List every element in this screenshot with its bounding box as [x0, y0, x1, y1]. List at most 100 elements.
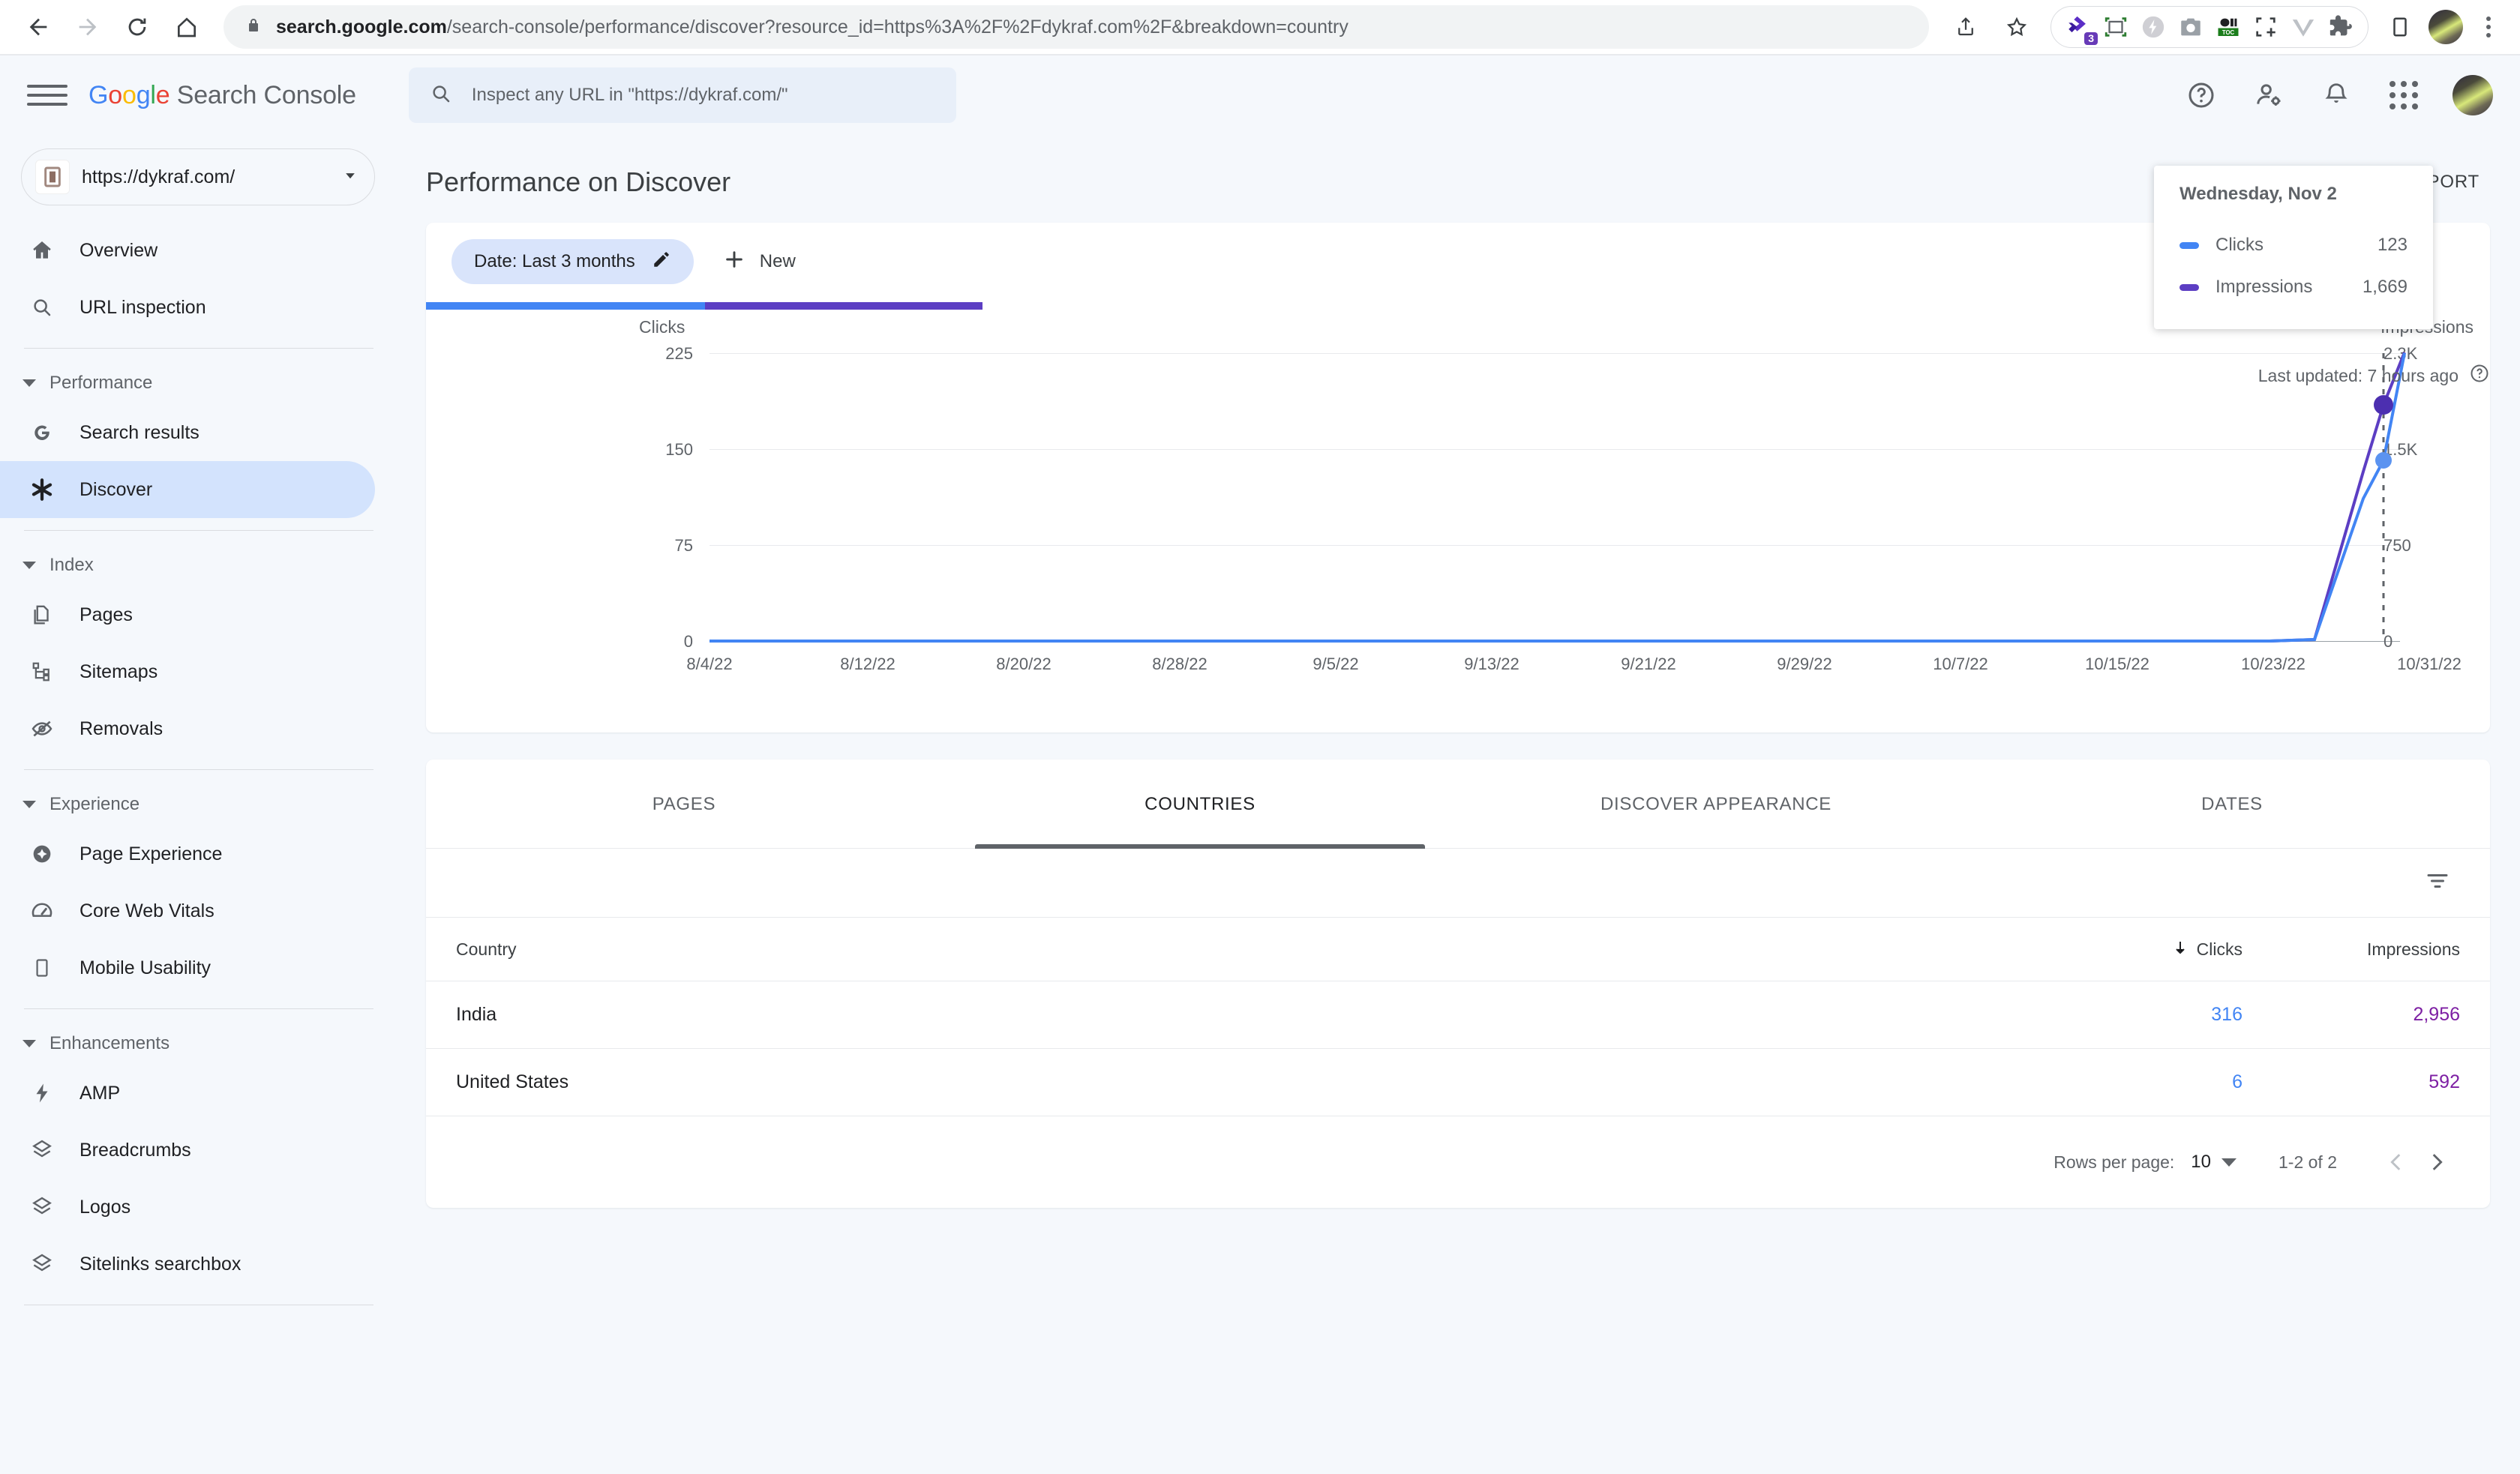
countries-table: Country Clicks Impressions India 316 2,9	[426, 918, 2490, 1116]
url-path: /search-console/performance/discover?res…	[446, 16, 1348, 37]
tooltip-metric-label: Clicks	[2216, 235, 2264, 255]
tab-countries[interactable]: COUNTRIES	[942, 759, 1458, 848]
impressions-metric-bar[interactable]	[705, 302, 982, 310]
tooltip-row-clicks: Clicks 123	[2180, 224, 2408, 266]
user-avatar[interactable]	[2452, 75, 2493, 115]
x-tick-label: 9/21/22	[1621, 655, 1676, 673]
page-title: Performance on Discover	[426, 166, 731, 197]
cell-clicks: 6	[1972, 1048, 2242, 1116]
sidebar-item-sitelinks-searchbox[interactable]: Sitelinks searchbox	[0, 1236, 375, 1293]
sidebar-group-index[interactable]: Index	[0, 543, 396, 586]
sidebar-divider	[24, 1008, 374, 1009]
x-tick-label: 8/28/22	[1152, 655, 1208, 673]
extension-lightning-icon[interactable]	[2138, 12, 2168, 42]
sidebar-item-removals[interactable]: Removals	[0, 700, 375, 757]
menu-hamburger-icon[interactable]	[27, 75, 68, 115]
new-filter-button[interactable]: New	[715, 247, 803, 277]
sidebar-group-experience[interactable]: Experience	[0, 782, 396, 825]
sidebar-item-breadcrumbs[interactable]: Breadcrumbs	[0, 1122, 375, 1179]
tooltip-metric-label: Impressions	[2216, 277, 2313, 297]
extension-screenshot-frame-icon[interactable]	[2101, 12, 2131, 42]
sidebar-item-url-inspection[interactable]: URL inspection	[0, 279, 375, 336]
property-selector[interactable]: https://dykraf.com/	[21, 148, 375, 205]
x-tick-label: 10/15/22	[2085, 655, 2150, 673]
sidebar-item-label: Sitemaps	[80, 661, 158, 682]
extension-toc-icon[interactable]: TOC	[2213, 12, 2243, 42]
omnibox-actions	[1942, 4, 2040, 50]
impressions-highlight-point	[2374, 395, 2393, 415]
sidebar-item-logos[interactable]: Logos	[0, 1179, 375, 1236]
bookmark-star-icon[interactable]	[1994, 4, 2040, 50]
table-row[interactable]: United States 6 592	[426, 1048, 2490, 1116]
share-icon[interactable]	[1942, 4, 1989, 50]
tab-discover-appearance[interactable]: DISCOVER APPEARANCE	[1458, 759, 1974, 848]
home-button[interactable]	[164, 4, 210, 50]
sidebar-divider	[24, 769, 374, 770]
header-actions	[2182, 75, 2493, 115]
cell-impressions: 2,956	[2242, 981, 2490, 1049]
extension-crop-add-icon[interactable]	[2251, 12, 2281, 42]
date-filter-chip[interactable]: Date: Last 3 months	[452, 239, 694, 284]
table-header-row: Country Clicks Impressions	[426, 918, 2490, 981]
table-row[interactable]: India 316 2,956	[426, 981, 2490, 1049]
main-content: Performance on Discover EXPORT Last upda…	[396, 135, 2520, 1474]
url-inspect-input[interactable]: Inspect any URL in "https://dykraf.com/"	[408, 67, 956, 123]
caret-down-icon	[22, 801, 36, 808]
chart-tooltip: Wednesday, Nov 2 Clicks 123 Impressions …	[2154, 166, 2433, 329]
browser-menu-icon[interactable]	[2472, 16, 2505, 37]
chart-series-layer	[710, 352, 2406, 643]
table-filter-row	[426, 849, 2490, 918]
tab-pages[interactable]: PAGES	[426, 759, 942, 848]
chevron-down-icon	[340, 165, 361, 190]
sidebar-group-enhancements[interactable]: Enhancements	[0, 1021, 396, 1065]
pagination-range: 1-2 of 2	[2278, 1152, 2337, 1172]
performance-line-chart: Clicks 225 150 75 0 Impressions 2.3K 1.5…	[426, 311, 2490, 716]
column-header-country[interactable]: Country	[426, 918, 1972, 981]
sidebar-item-overview[interactable]: Overview	[0, 222, 375, 279]
address-bar[interactable]: search.google.com/search-console/perform…	[224, 5, 1929, 49]
clicks-metric-bar[interactable]	[426, 302, 705, 310]
tab-dates[interactable]: DATES	[1974, 759, 2490, 848]
app-brand[interactable]: Google Search Console	[88, 81, 356, 110]
notifications-bell-icon[interactable]	[2318, 76, 2355, 114]
sidebar-item-amp[interactable]: AMP	[0, 1065, 375, 1122]
forward-button[interactable]	[64, 4, 111, 50]
extension-vue-icon[interactable]	[2288, 12, 2318, 42]
sidebar-item-search-results[interactable]: Search results	[0, 404, 375, 461]
last-updated-status: Last updated: 7 hours ago	[2258, 363, 2490, 388]
device-toggle-icon[interactable]	[2385, 12, 2415, 42]
back-button[interactable]	[15, 4, 62, 50]
extensions-puzzle-icon[interactable]	[2326, 12, 2356, 42]
sidebar-item-pages[interactable]: Pages	[0, 586, 375, 643]
sidebar-item-sitemaps[interactable]: Sitemaps	[0, 643, 375, 700]
sidebar-item-page-experience[interactable]: Page Experience	[0, 825, 375, 882]
browser-profile-avatar[interactable]	[2428, 10, 2463, 44]
sidebar-item-label: Discover	[80, 478, 153, 500]
app-body: https://dykraf.com/ Overview URL inspect…	[0, 135, 2520, 1474]
help-circle-icon[interactable]	[2469, 363, 2490, 388]
column-header-impressions[interactable]: Impressions	[2242, 918, 2490, 981]
column-header-clicks[interactable]: Clicks	[1972, 918, 2242, 981]
last-updated-text: Last updated: 7 hours ago	[2258, 365, 2458, 385]
layers-icon	[27, 1252, 57, 1276]
next-page-button[interactable]	[2416, 1142, 2457, 1182]
sitemap-icon	[27, 661, 57, 683]
google-apps-icon[interactable]	[2385, 76, 2422, 114]
extension-camera-icon[interactable]	[2176, 12, 2206, 42]
rows-per-page-caret-icon[interactable]	[2222, 1158, 2236, 1167]
sidebar-group-performance[interactable]: Performance	[0, 361, 396, 404]
google-g-icon	[27, 421, 57, 445]
account-settings-icon[interactable]	[2250, 76, 2288, 114]
sidebar-item-mobile-usability[interactable]: Mobile Usability	[0, 939, 375, 996]
sidebar-item-core-web-vitals[interactable]: Core Web Vitals	[0, 882, 375, 939]
table-body: India 316 2,956 United States 6 592	[426, 981, 2490, 1116]
help-icon[interactable]	[2182, 76, 2220, 114]
filter-list-icon[interactable]	[2424, 867, 2451, 898]
sidebar-item-discover[interactable]: Discover	[0, 461, 375, 518]
y-tick-label: 225	[665, 344, 693, 363]
rows-per-page-value[interactable]: 10	[2191, 1152, 2211, 1173]
reload-button[interactable]	[114, 4, 160, 50]
url-domain: search.google.com	[276, 16, 447, 37]
previous-page-button[interactable]	[2376, 1142, 2416, 1182]
extension-diamond-icon[interactable]: 3	[2063, 12, 2098, 45]
